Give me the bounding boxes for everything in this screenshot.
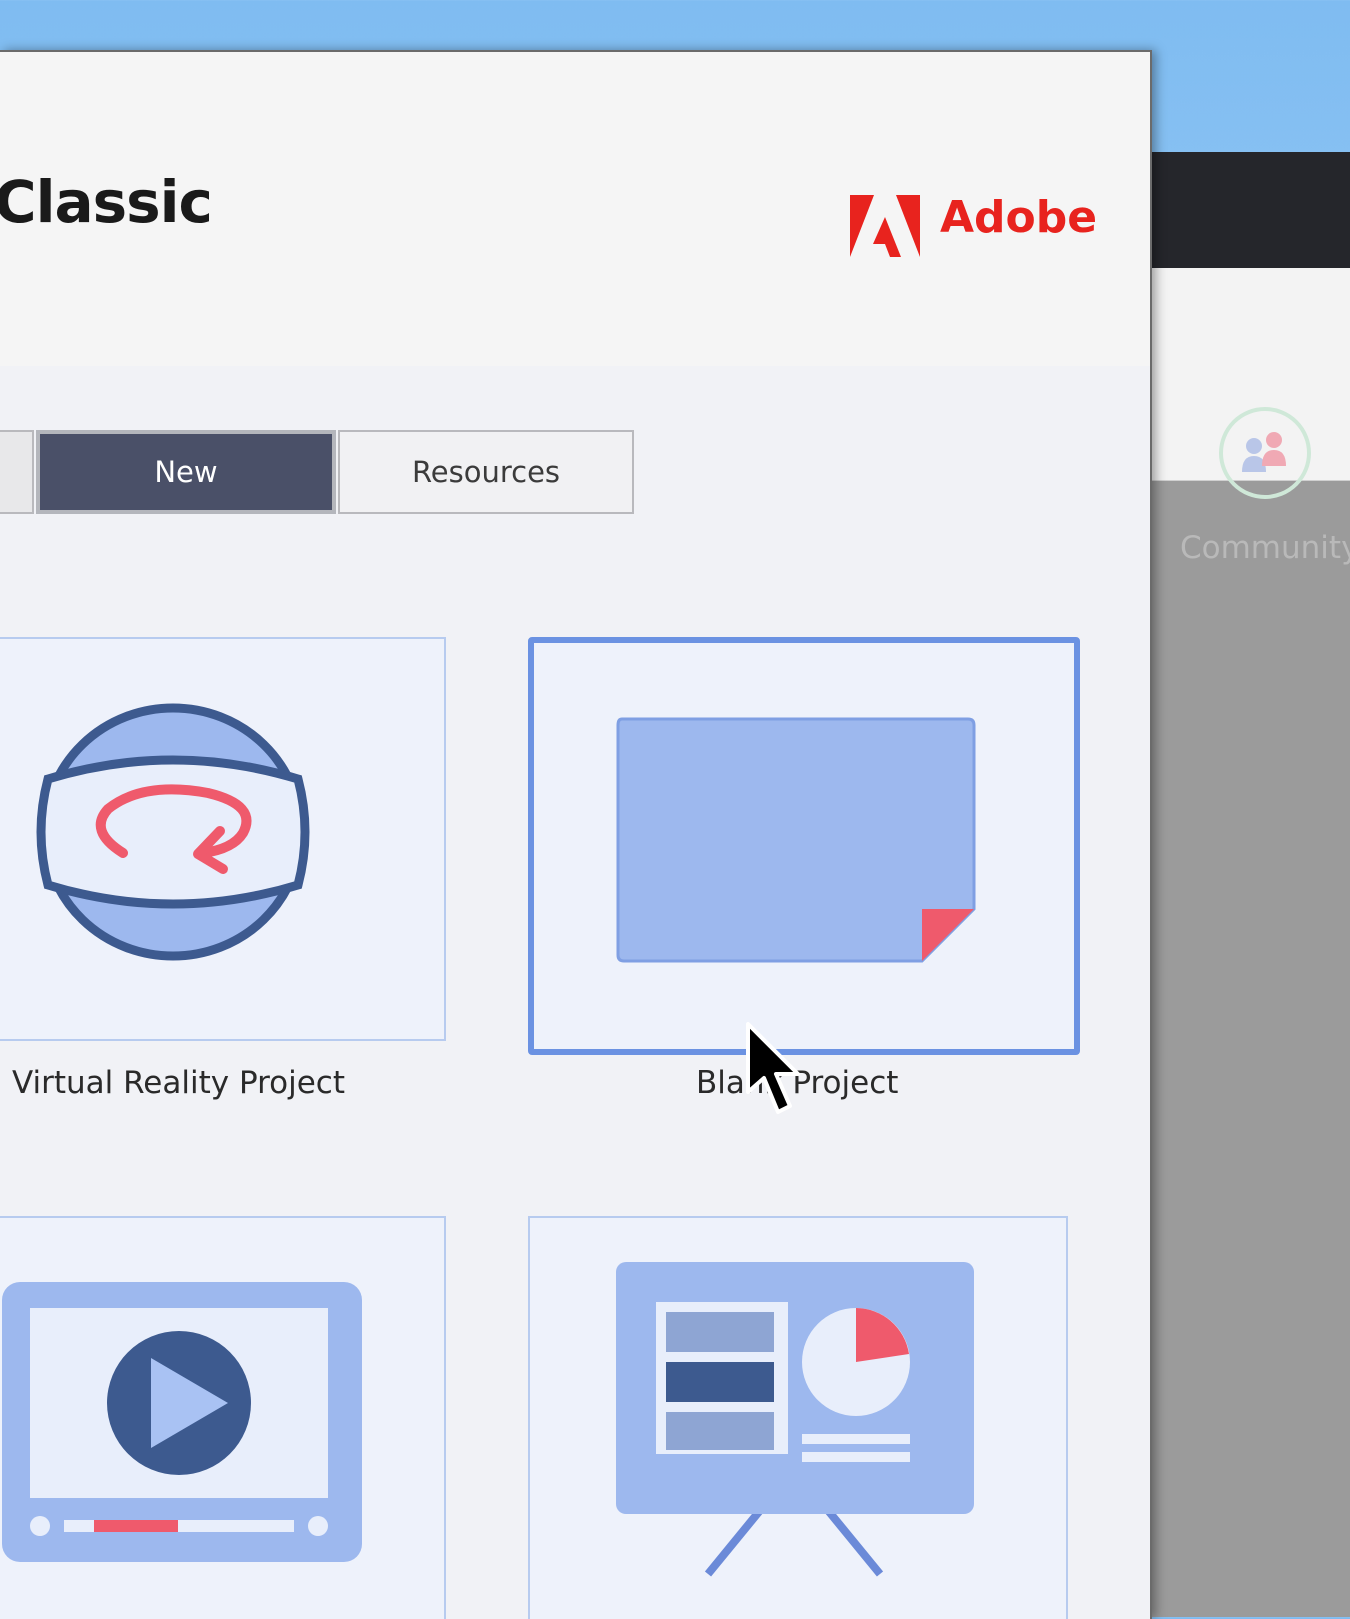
community-label: Community [1180,530,1350,566]
dialog-header: Classic Adobe [0,52,1150,366]
project-card-blank[interactable] [528,637,1080,1055]
project-card-virtual-reality[interactable] [0,637,446,1041]
tab-previous[interactable] [0,430,34,514]
presentation-board-icon [616,1262,974,1577]
background-titlebar [1150,152,1350,268]
start-dialog: Classic Adobe New Resources Virtual Real… [0,50,1152,1619]
video-player-icon [2,1282,362,1562]
project-label-virtual-reality: Virtual Reality Project [12,1065,346,1101]
background-app-window: Community [1150,152,1350,1617]
project-card-presentation[interactable] [528,1216,1068,1619]
adobe-wordmark: Adobe [940,192,1098,243]
tab-resources[interactable]: Resources [338,430,634,514]
community-icon [1219,407,1311,499]
vr-headset-icon [36,703,310,961]
mouse-cursor-icon [746,1022,800,1114]
background-toolbar: Community [1150,268,1350,566]
blank-slide-icon [616,717,976,963]
app-title: Classic [0,168,213,236]
adobe-logo-icon [850,195,920,257]
project-card-video[interactable] [0,1216,446,1619]
tab-new[interactable]: New [36,430,336,514]
